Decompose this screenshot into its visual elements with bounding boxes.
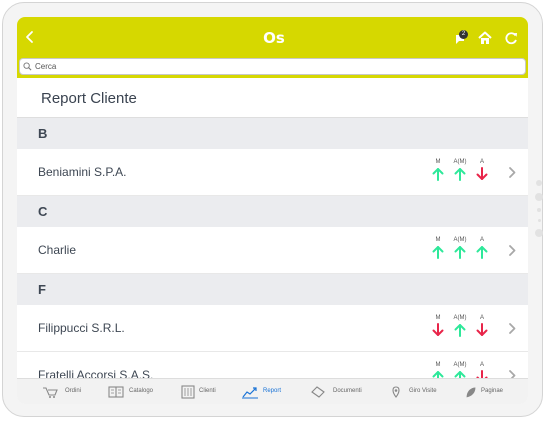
client-row[interactable]: Fratelli Accorsi S.A.S. M A(M) A [17, 352, 528, 378]
search-icon [23, 62, 32, 71]
trend-indicator: A [472, 314, 492, 342]
tab-catalogo[interactable]: Catalogo [107, 379, 171, 404]
arrow-up-icon [432, 168, 444, 181]
building-icon [181, 385, 195, 399]
app-logo: Os [263, 29, 285, 47]
sync-icon[interactable] [503, 30, 519, 46]
arrow-up-icon [454, 246, 466, 259]
trend-label: A [479, 362, 484, 368]
tab-report[interactable]: Report [241, 379, 305, 404]
book-icon [108, 386, 124, 398]
trend-indicator: M [428, 314, 448, 342]
tab-clienti[interactable]: Clienti [179, 379, 243, 404]
client-row[interactable]: Filippucci S.R.L. M A(M) A [17, 305, 528, 352]
tab-label: Giro Visite [409, 388, 437, 394]
trend-indicators: M A(M) A [428, 158, 492, 186]
arrow-up-icon [432, 246, 444, 259]
client-row[interactable]: Beniamini S.P.A. M A(M) A [17, 149, 528, 196]
trend-indicator: A(M) [450, 361, 470, 378]
tab-label: Paginae [481, 388, 504, 394]
trend-label: A(M) [453, 315, 467, 321]
tab-documenti[interactable]: Documenti [307, 379, 371, 404]
trend-label: M [435, 315, 441, 321]
tab-label: Clienti [199, 388, 216, 394]
arrow-down-icon [476, 167, 488, 180]
trend-indicator: A(M) [450, 158, 470, 186]
trend-indicator: A [472, 158, 492, 186]
trend-indicator: A(M) [450, 236, 470, 264]
trend-indicator: A(M) [450, 314, 470, 342]
arrow-up-icon [454, 168, 466, 181]
client-name: Beniamini S.P.A. [38, 165, 127, 179]
search-field[interactable] [19, 58, 526, 75]
arrow-down-icon [432, 323, 444, 336]
trend-indicator: A [472, 361, 492, 378]
tab-paginae[interactable]: Paginae [463, 379, 527, 404]
trend-label: A(M) [453, 237, 467, 243]
trend-label: A(M) [453, 362, 467, 368]
page-header: Report Cliente [17, 78, 528, 118]
trend-label: A(M) [453, 159, 467, 165]
map-pin-icon [392, 386, 400, 398]
page-title: Report Cliente [41, 90, 137, 107]
leaf-icon [466, 387, 476, 398]
client-row[interactable]: Charlie M A(M) A [17, 227, 528, 274]
tab-label: Report [263, 388, 282, 394]
trend-label: M [435, 362, 441, 368]
search-input[interactable] [35, 60, 515, 73]
device-side-controls [533, 180, 545, 244]
client-name: Filippucci S.R.L. [38, 321, 125, 335]
trend-label: M [435, 237, 441, 243]
trend-label: M [435, 159, 441, 165]
tab-giro-visite[interactable]: Giro Visite [387, 379, 451, 404]
tab-label: Catalogo [129, 388, 154, 394]
trend-label: A [479, 159, 484, 165]
chevron-right-icon[interactable] [507, 166, 517, 179]
home-icon[interactable] [477, 30, 493, 46]
tab-bar: Ordini Catalogo Clienti Report Documenti Giro… [17, 378, 528, 404]
arrow-down-icon [476, 323, 488, 336]
top-bar: Os 2 [17, 17, 528, 57]
trend-label: A [479, 237, 484, 243]
chevron-left-icon[interactable] [23, 29, 37, 45]
arrow-down-icon [476, 370, 488, 378]
cart-icon [43, 387, 58, 398]
chart-trend-icon [242, 387, 258, 399]
arrow-up-icon [454, 324, 466, 337]
arrow-up-icon [454, 371, 466, 378]
trend-indicator: M [428, 158, 448, 186]
trend-indicator: M [428, 236, 448, 264]
arrow-up-icon [432, 371, 444, 378]
trend-label: A [479, 315, 484, 321]
trend-indicators: M A(M) A [428, 361, 492, 378]
chevron-right-icon[interactable] [507, 322, 517, 335]
trend-indicator: M [428, 361, 448, 378]
section-header: F [17, 274, 528, 305]
client-name: Fratelli Accorsi S.A.S. [38, 368, 154, 378]
chevron-right-icon[interactable] [507, 369, 517, 378]
arrow-up-icon [476, 246, 488, 259]
client-list[interactable]: B Beniamini S.P.A. M A(M) A C Charlie M A(M) A F Fi… [17, 118, 528, 378]
notification-badge: 2 [459, 30, 468, 39]
tab-label: Ordini [65, 388, 82, 394]
client-name: Charlie [38, 243, 77, 257]
tab-ordini[interactable]: Ordini [39, 379, 103, 404]
app-screen: Os 2 Report Cliente B Beniamini S.P.A. M A(… [17, 17, 528, 404]
section-header: B [17, 118, 528, 149]
trend-indicator: A [472, 236, 492, 264]
tab-label: Documenti [333, 388, 362, 394]
search-bar [17, 57, 528, 78]
document-icon [311, 386, 325, 398]
chevron-right-icon[interactable] [507, 244, 517, 257]
trend-indicators: M A(M) A [428, 236, 492, 264]
section-header: C [17, 196, 528, 227]
trend-indicators: M A(M) A [428, 314, 492, 342]
